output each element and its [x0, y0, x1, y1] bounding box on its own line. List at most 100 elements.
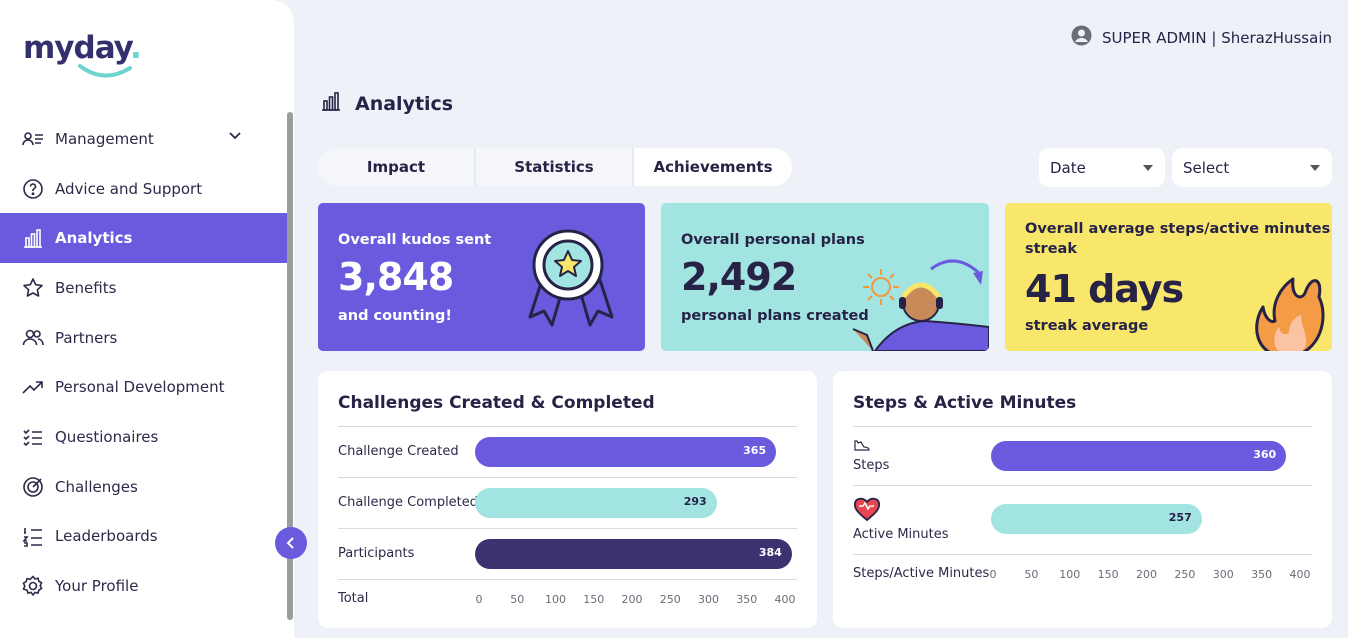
challenges-panel: Challenges Created & Completed Challenge… — [318, 371, 817, 628]
sidebar-item-analytics[interactable]: Analytics — [0, 213, 287, 264]
streak-value: 41 days — [1025, 267, 1184, 311]
generic-filter-value: Select — [1183, 158, 1230, 177]
sidebar-item-partners[interactable]: Partners — [0, 313, 287, 363]
trending-up-icon — [22, 376, 44, 398]
person-headphones-illustration — [852, 259, 989, 351]
bar-active-minutes[interactable]: 257 — [991, 504, 1202, 534]
axis-tick-label: 100 — [545, 593, 566, 606]
kudos-sub: and counting! — [338, 308, 452, 324]
sidebar-item-label: Analytics — [55, 229, 133, 248]
axis-tick-label: 350 — [1251, 568, 1273, 581]
bar-value-label: 360 — [1253, 448, 1277, 461]
sidebar-item-personal-development[interactable]: Personal Development — [0, 362, 287, 412]
axis-label: Steps/Active Minutes — [853, 566, 990, 581]
bar-value-label: 384 — [758, 546, 782, 559]
divider — [853, 426, 1312, 427]
axis-tick-label: 400 — [774, 593, 796, 606]
axis-tick-label: 150 — [1097, 568, 1119, 581]
star-icon — [22, 277, 44, 299]
streak-stat-card: Overall average steps/active minutes str… — [1005, 203, 1332, 351]
axis-tick-label: 250 — [659, 593, 681, 606]
plans-label: Overall personal plans — [681, 232, 865, 248]
bar-chart-icon — [22, 227, 44, 249]
people-icon — [22, 327, 44, 349]
axis-tick-label: 150 — [583, 593, 605, 606]
target-icon — [22, 476, 44, 498]
logo-smile-icon — [78, 64, 132, 78]
kudos-stat-card: Overall kudos sent 3,848 and counting! — [318, 203, 645, 351]
collapse-sidebar-button[interactable] — [275, 527, 307, 559]
sidebar-item-leaderboards[interactable]: Leaderboards — [0, 512, 287, 562]
streak-label: Overall average steps/active minutes str… — [1025, 219, 1330, 259]
sidebar-item-label: Questionaires — [55, 427, 159, 446]
bar-participants[interactable]: 384 — [475, 539, 792, 569]
myday-logo[interactable]: myday. — [23, 30, 142, 66]
shoe-icon — [854, 440, 870, 451]
row-label: Participants — [338, 546, 415, 561]
generic-filter-select[interactable]: Select — [1172, 148, 1332, 187]
date-filter-select[interactable]: Date — [1039, 148, 1165, 187]
divider — [853, 485, 1312, 486]
bar-chart-icon — [320, 90, 342, 117]
streak-label-line2: streak — [1025, 241, 1077, 257]
sidebar-item-benefits[interactable]: Benefits — [0, 263, 287, 313]
tab-statistics[interactable]: Statistics — [476, 148, 634, 186]
sidebar-nav: Management Advice and Support Analytics … — [0, 114, 287, 611]
numbered-list-icon — [22, 525, 44, 548]
sidebar-item-label: Personal Development — [55, 378, 225, 397]
gear-icon — [22, 575, 44, 597]
row-label: Active Minutes — [853, 527, 949, 542]
date-filter-value: Date — [1050, 158, 1086, 177]
axis-label: Total — [338, 591, 369, 606]
caret-down-icon — [1143, 165, 1153, 171]
sidebar-item-label: Partners — [55, 328, 118, 347]
axis-tick-label: 50 — [1024, 568, 1039, 581]
divider — [338, 426, 797, 427]
tab-achievements[interactable]: Achievements — [634, 148, 792, 186]
page-title-text: Analytics — [355, 92, 454, 115]
bar-challenge-created[interactable]: 365 — [475, 437, 777, 467]
divider — [338, 579, 797, 580]
row-label: Challenge Completed — [338, 495, 479, 510]
bar-value-label: 293 — [683, 495, 707, 508]
chevron-left-icon — [286, 537, 294, 549]
plans-value: 2,492 — [681, 255, 797, 299]
row-label: Steps — [853, 458, 890, 473]
heart-icon — [853, 497, 881, 522]
analytics-tabs: Impact Statistics Achievements — [318, 148, 792, 186]
users-list-icon — [22, 128, 44, 150]
user-menu[interactable]: SUPER ADMIN | SherazHussain — [1071, 25, 1332, 50]
personal-plans-stat-card: Overall personal plans 2,492 personal pl… — [661, 203, 989, 351]
sidebar-item-label: Your Profile — [55, 577, 139, 596]
user-label: SUPER ADMIN | SherazHussain — [1102, 28, 1332, 47]
sidebar-item-questionaires[interactable]: Questionaires — [0, 412, 287, 462]
axis-tick-label: 0 — [989, 568, 997, 581]
sidebar: myday. Management Advice and Support Ana… — [0, 0, 294, 638]
sidebar-item-your-profile[interactable]: Your Profile — [0, 561, 287, 611]
plans-sub: personal plans created — [681, 308, 869, 324]
chevron-down-icon[interactable] — [228, 131, 242, 141]
bar-steps[interactable]: 360 — [991, 441, 1287, 471]
tab-impact[interactable]: Impact — [318, 148, 476, 186]
caret-down-icon — [1310, 165, 1320, 171]
panel-title: Challenges Created & Completed — [338, 393, 655, 413]
sidebar-item-advice[interactable]: Advice and Support — [0, 164, 287, 214]
award-ribbon-icon — [528, 229, 614, 327]
page-title: Analytics — [320, 90, 453, 117]
kudos-label: Overall kudos sent — [338, 232, 492, 248]
streak-label-line1: Overall average steps/active minutes — [1025, 221, 1331, 237]
flame-icon — [1255, 277, 1325, 351]
bar-challenge-completed[interactable]: 293 — [475, 488, 717, 518]
divider — [338, 477, 797, 478]
help-circle-icon — [22, 178, 44, 200]
axis-tick-label: 350 — [736, 593, 758, 606]
divider — [338, 528, 797, 529]
axis-tick-label: 200 — [1136, 568, 1157, 581]
sidebar-item-challenges[interactable]: Challenges — [0, 462, 287, 512]
sidebar-item-management[interactable]: Management — [0, 114, 287, 164]
divider — [853, 554, 1312, 555]
sidebar-item-label: Benefits — [55, 278, 117, 297]
user-avatar-icon — [1071, 25, 1092, 50]
bar-value-label: 257 — [1168, 511, 1192, 524]
sidebar-item-label: Challenges — [55, 477, 138, 496]
